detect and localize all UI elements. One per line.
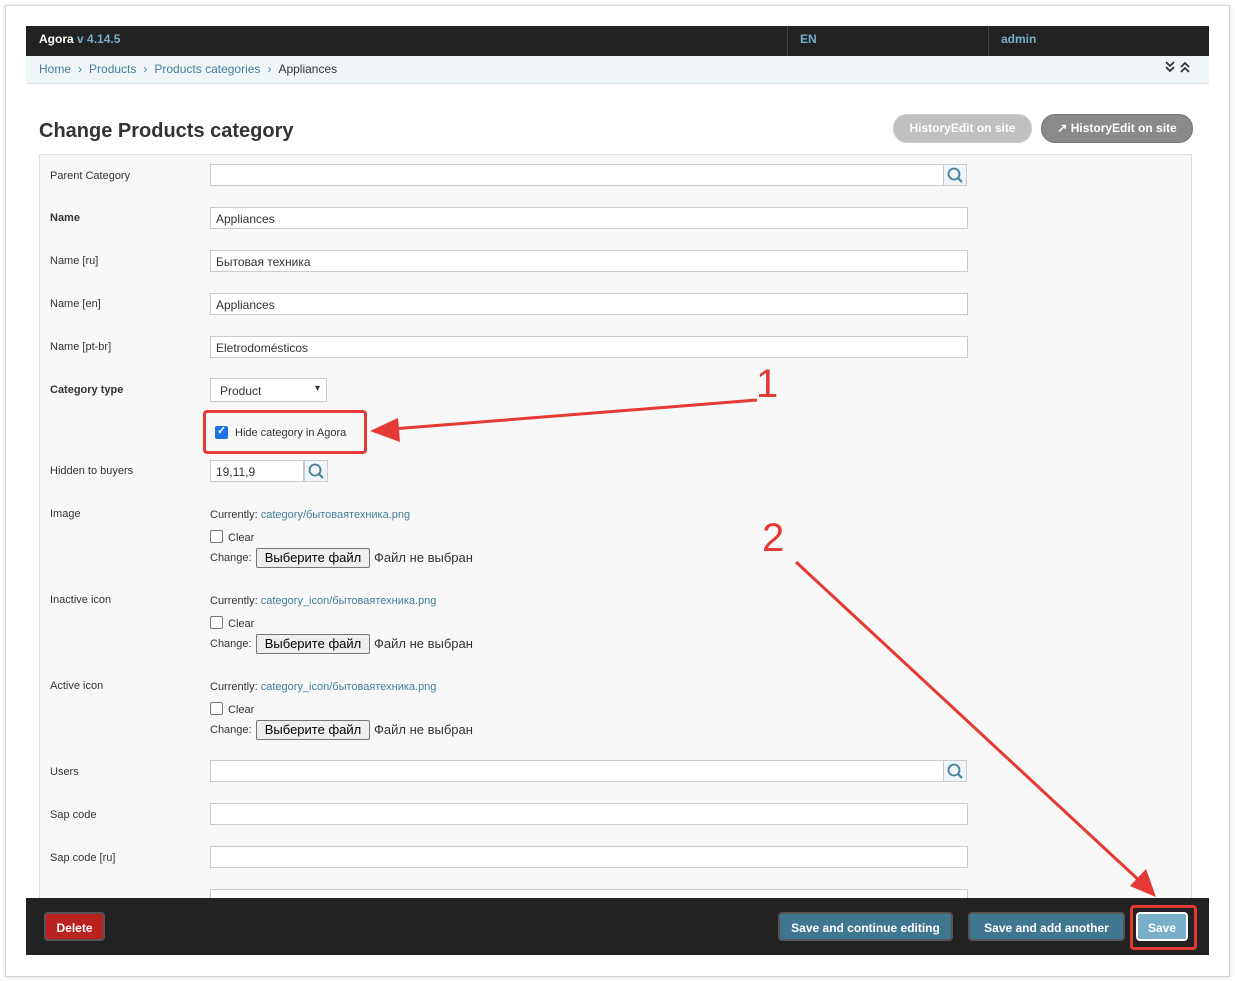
arrow-line-2 <box>794 560 1145 886</box>
annotation-arrows <box>370 398 1156 897</box>
arrow-head-1 <box>370 418 400 442</box>
arrow-head-2 <box>1130 869 1156 897</box>
arrow-line-1 <box>391 398 758 431</box>
